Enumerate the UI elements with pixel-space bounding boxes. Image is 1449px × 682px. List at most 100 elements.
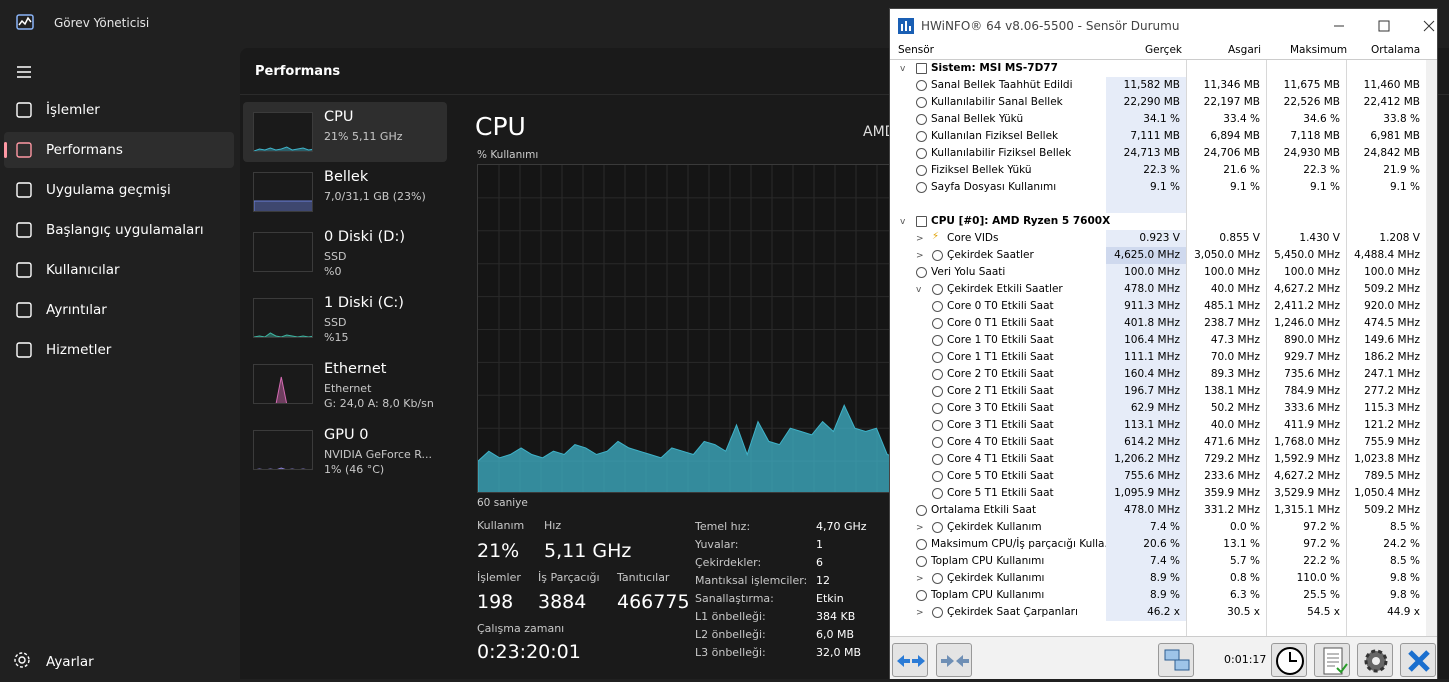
nav-item-6[interactable]: Hizmetler — [4, 332, 234, 368]
clock-sensor-icon — [916, 182, 927, 193]
sensor-row[interactable]: Core 3 T1 Etkili Saat 113.1 MHz 40.0 MHz 41… — [890, 417, 1426, 434]
network-button[interactable] — [1158, 643, 1194, 677]
chip-icon — [916, 63, 927, 74]
sensor-row[interactable]: Fiziksel Bellek Yükü 22.3 % 21.6 % 22.3 % 21… — [890, 162, 1426, 179]
sensor-row[interactable]: Toplam CPU Kullanımı 8.9 % 6.3 % 25.5 % 9.8 … — [890, 587, 1426, 604]
hamburger-menu-icon[interactable] — [12, 60, 36, 84]
avg-value: 9.8 % — [1389, 589, 1420, 601]
sensor-row[interactable]: Core 5 T0 Etkili Saat 755.6 MHz 233.6 MHz 4… — [890, 468, 1426, 485]
sensor-row[interactable]: > ⚡ Core VIDs 0.923 V 0.855 V 1.430 V 1.208 V — [890, 230, 1426, 247]
expand-chevron-icon[interactable]: > — [916, 251, 924, 261]
min-value: 47.3 MHz — [1210, 334, 1260, 346]
nav-item-3[interactable]: Başlangıç uygulamaları — [4, 212, 234, 248]
current-value: 478.0 MHz — [1106, 502, 1186, 519]
nav-item-4[interactable]: Kullanıcılar — [4, 252, 234, 288]
exit-button[interactable] — [1400, 643, 1436, 677]
collapse-chevron-icon[interactable]: v — [900, 64, 905, 74]
sensor-row[interactable]: Maksimum CPU/İş parçacığı Kulla... 20.6 %… — [890, 536, 1426, 553]
sensor-row[interactable]: Ortalama Etkili Saat 478.0 MHz 331.2 MHz 1,… — [890, 502, 1426, 519]
sensor-row[interactable]: Toplam CPU Kullanımı 7.4 % 5.7 % 22.2 % 8.5 … — [890, 553, 1426, 570]
min-value: 485.1 MHz — [1204, 300, 1260, 312]
min-value: 33.4 % — [1223, 113, 1260, 125]
sensor-row[interactable]: Sayfa Dosyası Kullanımı 9.1 % 9.1 % 9.1 % 9.… — [890, 179, 1426, 196]
min-value: 9.1 % — [1229, 181, 1260, 193]
sensor-label: Kullanılan Fiziksel Bellek — [931, 130, 1059, 142]
minimize-icon[interactable] — [1331, 18, 1347, 34]
sensor-row[interactable]: Sanal Bellek Yükü 34.1 % 33.4 % 34.6 % 33.8 … — [890, 111, 1426, 128]
sensor-row[interactable]: Kullanılabilir Fiziksel Bellek 24,713 MB 2… — [890, 145, 1426, 162]
sensor-row[interactable]: Veri Yolu Saati 100.0 MHz 100.0 MHz 100.0 M… — [890, 264, 1426, 281]
sensor-row[interactable]: > Çekirdek Kullanım 7.4 % 0.0 % 97.2 % 8.5 % — [890, 519, 1426, 536]
maximize-icon[interactable] — [1376, 18, 1392, 34]
settings-gear-icon[interactable] — [12, 650, 32, 670]
sensor-row[interactable]: > Çekirdek Saatler 4,625.0 MHz 3,050.0 MHz 5… — [890, 247, 1426, 264]
cpu-detail-value: 4,70 GHz — [816, 520, 867, 533]
sensor-row[interactable]: Core 0 T0 Etkili Saat 911.3 MHz 485.1 MHz 2… — [890, 298, 1426, 315]
nav-item-label: Hizmetler — [46, 342, 112, 358]
resource-item-0[interactable]: CPU 21% 5,11 GHz — [243, 102, 447, 162]
double-arrow-icon — [897, 655, 925, 667]
expand-chevron-icon[interactable]: > — [916, 608, 924, 618]
column-header-max[interactable]: Maksimum — [1290, 44, 1347, 56]
resource-item-3[interactable]: 1 Diski (C:) SSD %15 — [243, 288, 447, 348]
nav-item-2[interactable]: Uygulama geçmişi — [4, 172, 234, 208]
expand-chevron-icon[interactable]: > — [916, 574, 924, 584]
max-value: 7,118 MB — [1290, 130, 1340, 142]
sensor-row[interactable]: Core 2 T1 Etkili Saat 196.7 MHz 138.1 MHz 7… — [890, 383, 1426, 400]
close-icon[interactable] — [1421, 18, 1437, 34]
min-value: 50.2 MHz — [1210, 402, 1260, 414]
sensor-scrollbar[interactable] — [1426, 60, 1437, 636]
sensor-row[interactable]: Core 1 T1 Etkili Saat 111.1 MHz 70.0 MHz 92… — [890, 349, 1426, 366]
sensor-label: Çekirdek Saat Çarpanları — [947, 606, 1078, 618]
resource-item-2[interactable]: 0 Diski (D:) SSD %0 — [243, 222, 447, 282]
clock-button[interactable] — [1271, 643, 1307, 677]
sensor-row[interactable]: Core 2 T0 Etkili Saat 160.4 MHz 89.3 MHz 73… — [890, 366, 1426, 383]
sensor-row[interactable]: Core 4 T0 Etkili Saat 614.2 MHz 471.6 MHz 1… — [890, 434, 1426, 451]
sensor-row[interactable]: Core 4 T1 Etkili Saat 1,206.2 MHz 729.2 MH… — [890, 451, 1426, 468]
sensor-row[interactable]: Core 1 T0 Etkili Saat 106.4 MHz 47.3 MHz 89… — [890, 332, 1426, 349]
sensor-group-row[interactable]: v CPU [#0]: AMD Ryzen 5 7600X — [890, 213, 1426, 230]
min-value: 11,346 MB — [1203, 79, 1260, 91]
column-header-avg[interactable]: Ortalama — [1371, 44, 1420, 56]
max-value: 100.0 MHz — [1284, 266, 1340, 278]
sensor-row[interactable]: > Çekirdek Kullanımı 8.9 % 0.8 % 110.0 % 9.8 … — [890, 570, 1426, 587]
collapse-arrows-button[interactable] — [936, 643, 972, 677]
column-header-current[interactable]: Gerçek — [1145, 44, 1182, 56]
sensor-row[interactable]: Sanal Bellek Taahhüt Edildi 11,582 MB 11,3… — [890, 77, 1426, 94]
current-value: 22.3 % — [1106, 162, 1186, 179]
hwinfo-titlebar: HWiNFO® 64 v8.06-5500 - Sensör Durumu — [890, 9, 1437, 43]
cpu-detail-label: Yuvalar: — [695, 538, 739, 551]
sensor-row[interactable]: Kullanılabilir Sanal Bellek 22,290 MB 22,1… — [890, 94, 1426, 111]
nav-item-0[interactable]: İşlemler — [4, 92, 234, 128]
nav-arrows-button[interactable] — [892, 643, 928, 677]
sensor-row[interactable]: Core 3 T0 Etkili Saat 62.9 MHz 50.2 MHz 333… — [890, 400, 1426, 417]
sensor-group-row[interactable]: v Sistem: MSI MS-7D77 — [890, 60, 1426, 77]
resource-item-1[interactable]: Bellek 7,0/31,1 GB (23%) — [243, 162, 447, 222]
max-value: 784.9 MHz — [1284, 385, 1340, 397]
column-header-min[interactable]: Asgari — [1228, 44, 1261, 56]
sensor-row[interactable]: Core 0 T1 Etkili Saat 401.8 MHz 238.7 MHz 1… — [890, 315, 1426, 332]
max-value: 1.430 V — [1299, 232, 1340, 244]
resource-item-5[interactable]: GPU 0 NVIDIA GeForce R... 1% (46 °C) — [243, 420, 447, 480]
report-button[interactable] — [1314, 643, 1350, 677]
hwinfo-logo-icon — [898, 18, 914, 34]
resource-detail-2: G: 24,0 A: 8,0 Kb/sn — [324, 397, 434, 410]
settings-button[interactable] — [1357, 643, 1393, 677]
startup-apps-icon — [16, 222, 32, 238]
converge-arrow-icon — [941, 655, 969, 667]
min-value: 22,197 MB — [1203, 96, 1260, 108]
sensor-row[interactable]: v Çekirdek Etkili Saatler 478.0 MHz 40.0 MH… — [890, 281, 1426, 298]
column-header-sensor[interactable]: Sensör — [898, 44, 934, 56]
collapse-chevron-icon[interactable]: v — [900, 217, 905, 227]
sensor-row[interactable]: Kullanılan Fiziksel Bellek 7,111 MB 6,894 … — [890, 128, 1426, 145]
sensor-row[interactable]: > Çekirdek Saat Çarpanları 46.2 x 30.5 x 54.… — [890, 604, 1426, 621]
nav-item-5[interactable]: Ayrıntılar — [4, 292, 234, 328]
clock-sensor-icon — [916, 267, 927, 278]
resource-item-4[interactable]: Ethernet Ethernet G: 24,0 A: 8,0 Kb/sn — [243, 354, 447, 414]
collapse-chevron-icon[interactable]: v — [916, 285, 921, 295]
expand-chevron-icon[interactable]: > — [916, 523, 924, 533]
settings-nav-label[interactable]: Ayarlar — [46, 654, 94, 670]
sensor-row[interactable]: Core 5 T1 Etkili Saat 1,095.9 MHz 359.9 MH… — [890, 485, 1426, 502]
nav-item-1[interactable]: Performans — [4, 132, 234, 168]
expand-chevron-icon[interactable]: > — [916, 234, 924, 244]
